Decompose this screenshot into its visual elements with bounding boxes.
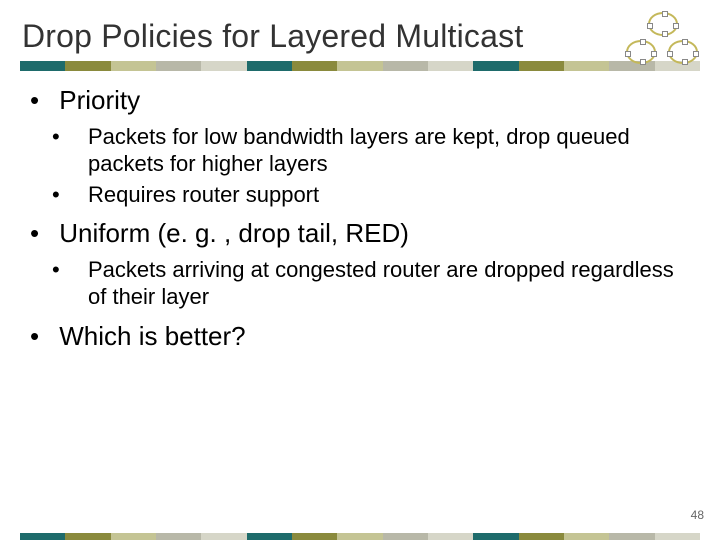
bullet-uniform: Uniform (e. g. , drop tail, RED) Packets… (34, 218, 690, 311)
slide-title: Drop Policies for Layered Multicast (0, 0, 720, 59)
footer-color-bar (20, 533, 700, 540)
bullet-priority: Priority Packets for low bandwidth layer… (34, 85, 690, 208)
sub-bullet: Packets arriving at congested router are… (70, 257, 690, 311)
sub-bullet: Packets for low bandwidth layers are kep… (70, 124, 690, 178)
title-underline-bar (20, 61, 700, 71)
bullet-text: Which is better? (59, 321, 245, 351)
sub-bullet: Requires router support (70, 182, 690, 209)
bullet-text: Uniform (e. g. , drop tail, RED) (59, 218, 409, 248)
slide-body: Priority Packets for low bandwidth layer… (0, 71, 720, 352)
bullet-text: Priority (59, 85, 140, 115)
network-logo-icon (624, 12, 702, 70)
bullet-which-better: Which is better? (34, 321, 690, 352)
page-number: 48 (691, 508, 704, 522)
